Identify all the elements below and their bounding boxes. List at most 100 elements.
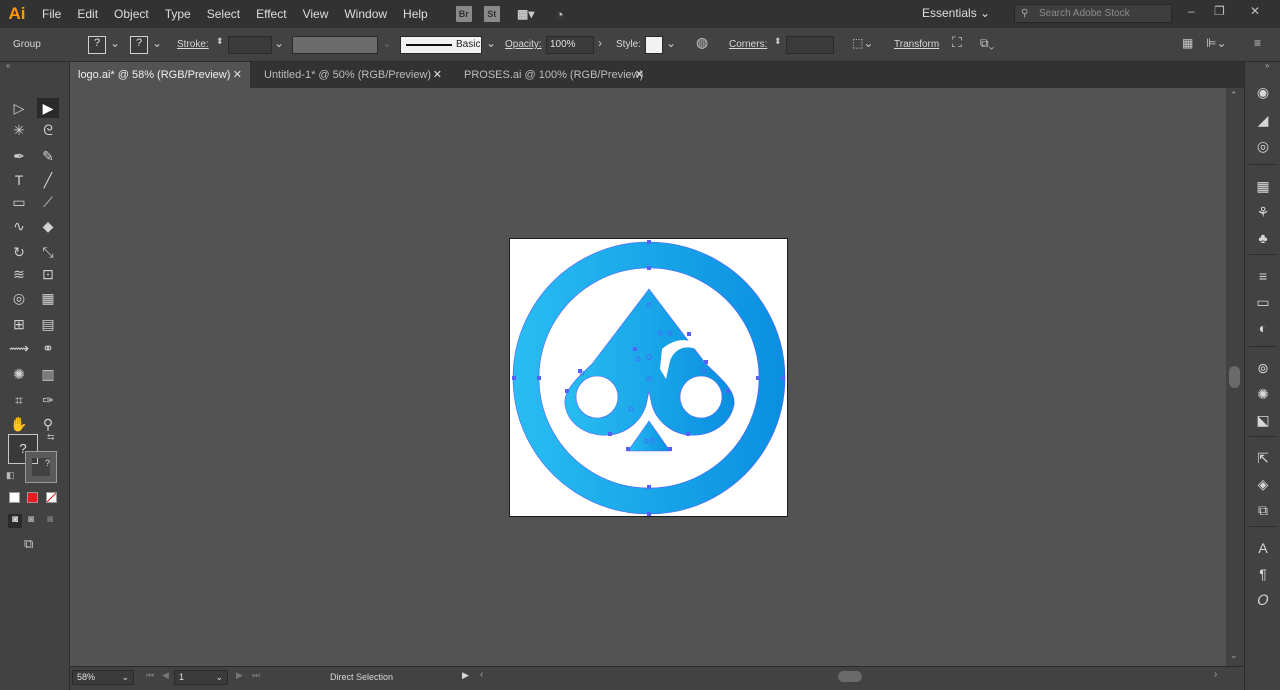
scroll-left-icon[interactable]: ‹ [480,669,483,680]
artboard-tool-icon[interactable]: ⌗ [8,390,30,410]
opentype-icon[interactable]: 𝑂 [1253,590,1273,610]
selection-tool-icon[interactable]: ▷ [8,98,30,118]
transparency-icon[interactable]: ◐ [1253,318,1273,338]
draw-normal-icon[interactable]: ◙ [8,514,22,528]
stroke-icon[interactable]: ≡ [1253,266,1273,286]
opacity-input[interactable]: 100% [546,36,594,54]
color-mode-button[interactable] [9,492,20,503]
stroke-weight-dropdown-icon[interactable]: ⌄ [274,36,284,50]
color-guide-icon[interactable]: ◢ [1253,110,1273,130]
artboards-icon[interactable]: ⧉ [1253,500,1273,520]
stock-button[interactable]: St [483,6,500,22]
gradient-mode-button[interactable] [27,492,38,503]
tab-logo[interactable]: logo.ai* @ 58% (RGB/Preview) ✕ [70,62,250,88]
panel-menu-icon[interactable]: ≡ [1254,36,1261,50]
draw-inside-icon[interactable]: ◙ [47,514,53,525]
first-artboard-icon[interactable]: ⏮ [146,670,154,681]
symbol-sprayer-tool-icon[interactable]: ✺ [8,364,30,384]
opacity-arrow-icon[interactable]: › [598,36,602,50]
logo-artwork[interactable] [510,239,789,518]
gpu-performance-icon[interactable]: ◔ [552,6,568,22]
zoom-level-input[interactable]: 58% ⌄ [72,670,134,685]
stroke-weight-input[interactable] [228,36,272,54]
last-artboard-icon[interactable]: ⏭ [252,670,260,681]
recolor-artwork-icon[interactable]: ◍ [696,34,708,51]
artboard[interactable] [509,238,788,517]
none-mode-button[interactable] [46,492,57,503]
isolate-group-icon[interactable]: ⛶ [952,34,962,51]
collapse-panel-icon[interactable]: « [6,61,10,70]
restore-button[interactable]: ❐ [1214,4,1225,18]
screen-mode-icon[interactable]: ⧉ [24,536,33,552]
corners-stepper-icon[interactable]: ⬍ [774,36,782,47]
character-icon[interactable]: A [1253,538,1273,558]
close-button[interactable]: ✕ [1250,4,1260,18]
stroke-label[interactable]: Stroke: [177,39,209,50]
bridge-button[interactable]: Br [455,6,472,22]
style-dropdown-icon[interactable]: ⌄ [666,36,676,50]
align-options-icon[interactable]: ⊫⌄ [1206,36,1227,50]
brushes-icon[interactable]: ⚘ [1253,202,1273,222]
slice-tool-icon[interactable]: ✑ [37,390,59,410]
type-tool-icon[interactable]: T [8,170,30,190]
vertical-scrollbar[interactable]: ⌃ ⌄ [1226,88,1244,666]
libraries-icon[interactable]: ⊚ [1253,358,1273,378]
swatches-icon[interactable]: ▦ [1253,176,1273,196]
shape-builder-tool-icon[interactable]: ◎ [8,288,30,308]
scroll-down-icon[interactable]: ⌄ [1230,650,1238,661]
menu-window[interactable]: Window [336,0,395,28]
menu-edit[interactable]: Edit [69,0,106,28]
gradient-tool-icon[interactable]: ▤ [37,314,59,334]
menu-type[interactable]: Type [157,0,199,28]
brush-definition[interactable]: Basic [400,36,482,54]
close-icon[interactable]: ✕ [433,62,442,88]
corners-input[interactable] [786,36,834,54]
lasso-tool-icon[interactable]: ᘓ [37,120,59,140]
symbols-icon[interactable]: ♣ [1253,228,1273,248]
next-artboard-icon[interactable]: ▶ [236,670,243,681]
opacity-label[interactable]: Opacity: [505,39,542,50]
line-tool-icon[interactable]: ╱ [37,170,59,190]
magic-wand-tool-icon[interactable]: ✳ [8,120,30,140]
draw-behind-icon[interactable]: ◙ [28,514,34,525]
color-icon[interactable]: ◉ [1253,82,1273,102]
direct-selection-tool-icon[interactable]: ▶ [37,98,59,118]
mesh-tool-icon[interactable]: ⊞ [8,314,30,334]
fill-dropdown-icon[interactable]: ⌄ [110,36,120,50]
pen-tool-icon[interactable]: ✒ [8,146,30,166]
graphic-style-swatch[interactable] [645,36,663,54]
eraser-tool-icon[interactable]: ◆ [37,216,59,236]
menu-object[interactable]: Object [106,0,157,28]
menu-select[interactable]: Select [199,0,248,28]
menu-view[interactable]: View [295,0,337,28]
menu-file[interactable]: File [34,0,69,28]
previous-artboard-icon[interactable]: ◀ [162,670,169,681]
arrange-panel-icon[interactable]: ▦ [1182,36,1193,50]
expand-panels-icon[interactable]: » [1265,61,1269,70]
paintbrush-tool-icon[interactable]: ⟋ [37,192,59,212]
shaper-tool-icon[interactable]: ∿ [8,216,30,236]
close-icon[interactable]: ✕ [233,62,242,88]
search-stock-input[interactable]: ⚲ Search Adobe Stock [1014,4,1172,23]
column-graph-tool-icon[interactable]: ▥ [37,364,59,384]
align-to-icon[interactable]: ⬚⌄ [852,36,873,50]
swap-fill-stroke-icon[interactable]: ⇆ [47,432,55,443]
scroll-thumb[interactable] [1229,366,1240,388]
asset-export-icon[interactable]: ⬕ [1253,410,1273,430]
stroke-weight-stepper-icon[interactable]: ⬍ [216,36,224,47]
variable-width-profile[interactable] [292,36,378,54]
eyedropper-tool-icon[interactable]: ⟿ [8,338,30,358]
zoom-tool-icon[interactable]: ⚲ [37,414,59,434]
graphic-styles-icon[interactable]: ✺ [1253,384,1273,404]
menu-effect[interactable]: Effect [248,0,294,28]
corners-label[interactable]: Corners: [729,39,767,50]
scroll-right-icon[interactable]: › [1214,669,1217,680]
width-tool-icon[interactable]: ≋ [8,264,30,284]
workspace-switcher[interactable]: Essentials ⌄ [922,6,990,20]
fill-swatch[interactable]: ? [88,36,106,54]
rectangle-tool-icon[interactable]: ▭ [8,192,30,212]
scroll-up-icon[interactable]: ⌃ [1230,90,1238,101]
appearance-icon[interactable]: ◎ [1253,136,1273,156]
profile-dropdown-icon[interactable]: ⌄ [382,36,392,50]
blend-tool-icon[interactable]: ⚭ [37,338,59,358]
